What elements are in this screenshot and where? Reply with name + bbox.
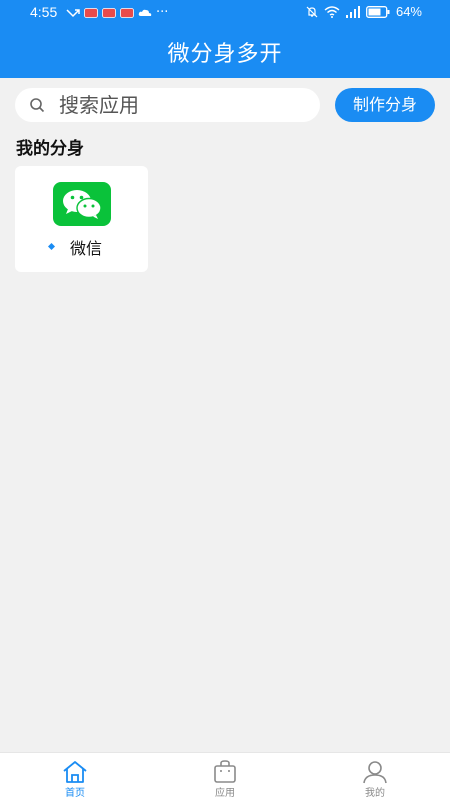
nav-label-apps: 应用: [215, 788, 235, 799]
clone-indicator-icon: [48, 243, 55, 250]
user-icon: [363, 761, 387, 784]
nav-label-mine: 我的: [365, 788, 385, 799]
shopping-bag-icon: [214, 760, 236, 783]
nav-item-apps[interactable]: 应用: [150, 753, 300, 800]
app-header: 4:55 ··· 64% 微分身多开: [0, 0, 450, 78]
nav-label-home: 首页: [65, 788, 85, 799]
battery-icon: [366, 5, 390, 18]
cloud-icon: [138, 9, 152, 16]
battery-level: 64%: [395, 4, 422, 19]
search-icon: [30, 98, 45, 113]
app-card-wechat[interactable]: 微信: [15, 166, 148, 272]
wifi-icon: [324, 5, 340, 18]
more-notifications: ···: [156, 5, 169, 20]
signal-icon: [345, 5, 360, 18]
status-time: 4:55: [30, 4, 58, 20]
app-notification-icon: [84, 7, 98, 18]
notification-icons: ···: [66, 5, 168, 20]
search-input[interactable]: [59, 93, 309, 117]
make-clone-button[interactable]: 制作分身: [335, 88, 435, 122]
app-notification-icon: [120, 7, 134, 18]
system-status: 64%: [306, 4, 422, 19]
nav-item-home[interactable]: 首页: [0, 753, 150, 800]
mute-icon: [306, 6, 318, 17]
bottom-nav: 首页 应用 我的: [0, 752, 450, 800]
missed-call-icon: [66, 8, 80, 17]
search-bar[interactable]: [15, 88, 320, 122]
app-label: 微信: [70, 239, 103, 258]
wechat-icon: [53, 182, 111, 226]
status-bar: 4:55 ··· 64%: [0, 0, 450, 24]
page-title: 微分身多开: [167, 42, 283, 67]
app-notification-icon: [102, 7, 116, 18]
nav-item-mine[interactable]: 我的: [300, 753, 450, 800]
home-icon: [63, 761, 87, 783]
section-title: 我的分身: [16, 139, 84, 159]
